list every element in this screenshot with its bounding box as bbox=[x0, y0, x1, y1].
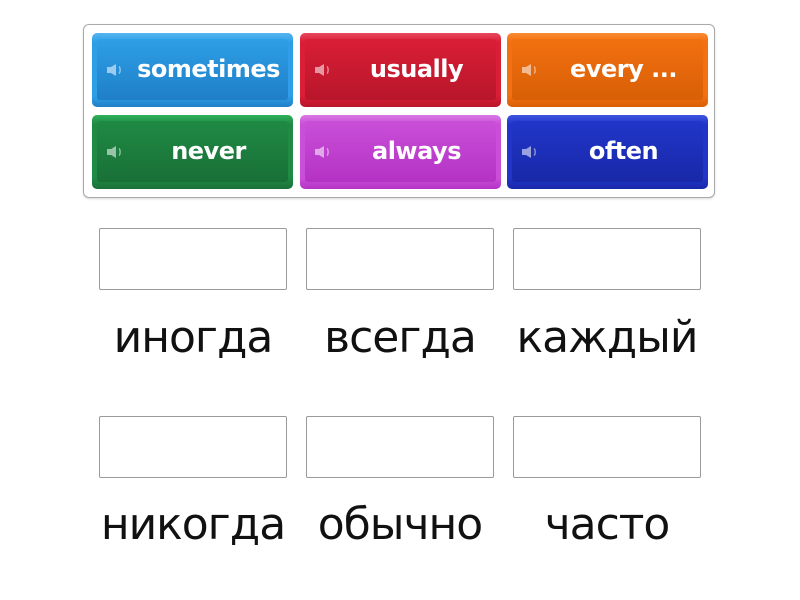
drop-box-chasto[interactable] bbox=[513, 416, 701, 478]
target-label-vsegda: всегда bbox=[324, 312, 477, 363]
tile-label: always bbox=[372, 137, 461, 165]
drop-box-obychno[interactable] bbox=[306, 416, 494, 478]
match-up-activity: sometimes usually every ... never always… bbox=[0, 0, 800, 600]
tile-sometimes[interactable]: sometimes bbox=[92, 33, 293, 107]
drop-box-nikogda[interactable] bbox=[99, 416, 287, 478]
tile-label: sometimes bbox=[137, 55, 280, 83]
tile-label: never bbox=[171, 137, 246, 165]
speaker-icon[interactable] bbox=[314, 145, 332, 159]
target-label-obychno: обычно bbox=[317, 499, 483, 550]
target-label-nikogda: никогда bbox=[100, 499, 286, 550]
drop-box-inogda[interactable] bbox=[99, 228, 287, 290]
tile-tray: sometimes usually every ... never always… bbox=[83, 24, 715, 198]
speaker-icon[interactable] bbox=[314, 63, 332, 77]
tile-every[interactable]: every ... bbox=[507, 33, 708, 107]
speaker-icon[interactable] bbox=[521, 145, 539, 159]
speaker-icon[interactable] bbox=[521, 63, 539, 77]
tile-label: often bbox=[588, 137, 659, 165]
tile-usually[interactable]: usually bbox=[300, 33, 501, 107]
target-label-inogda: иногда bbox=[113, 312, 274, 363]
target-label-kazhdyy: каждый bbox=[516, 312, 699, 363]
drop-box-vsegda[interactable] bbox=[306, 228, 494, 290]
tile-never[interactable]: never bbox=[92, 115, 293, 189]
tile-often[interactable]: often bbox=[507, 115, 708, 189]
tile-always[interactable]: always bbox=[300, 115, 501, 189]
speaker-icon[interactable] bbox=[106, 145, 124, 159]
speaker-icon[interactable] bbox=[106, 63, 124, 77]
tile-label: usually bbox=[369, 55, 464, 83]
tile-label: every ... bbox=[570, 55, 677, 83]
target-label-chasto: часто bbox=[544, 499, 671, 550]
drop-box-kazhdyy[interactable] bbox=[513, 228, 701, 290]
